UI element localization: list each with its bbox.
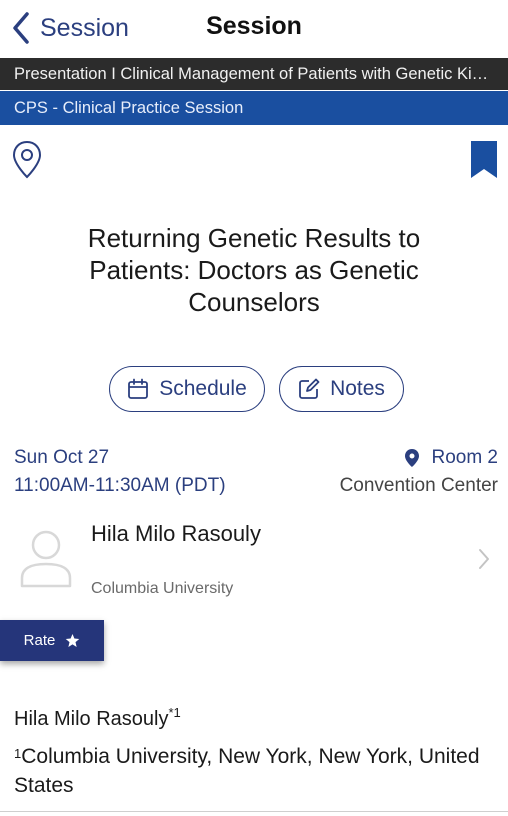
speaker-row[interactable]: Hila Milo Rasouly Columbia University [0,510,508,610]
room-link[interactable]: Room 2 [405,447,498,469]
user-avatar-icon [20,530,72,588]
session-category: CPS - Clinical Practice Session [0,91,508,125]
author-list: Hila Milo Rasouly*1 [14,705,181,731]
presentation-breadcrumb: Presentation I Clinical Management of Pa… [0,58,508,90]
author-name: Hila Milo Rasouly [14,708,169,730]
calendar-icon [128,378,149,399]
star-icon [66,633,80,647]
location-pin-icon [405,449,420,467]
room-label: Room 2 [431,447,498,468]
rate-label: Rate [23,632,56,649]
divider [0,811,508,812]
schedule-label: Schedule [159,377,247,400]
session-date: Sun Oct 27 [14,447,110,468]
affiliation-marker: 1 [14,746,22,761]
bookmark-icon[interactable] [470,141,498,179]
session-title: Returning Genetic Results to Patients: D… [87,223,421,317]
speaker-name: Hila Milo Rasouly [91,521,261,546]
venue-label: Convention Center [339,475,498,496]
notes-button[interactable]: Notes [279,366,404,412]
speaker-affiliation: Columbia University [91,580,234,597]
author-marker: *1 [168,705,181,720]
nav-bar: Session Session [0,0,508,56]
session-time: 11:00AM-11:30AM (PDT) [14,475,226,496]
edit-note-icon [299,378,320,399]
notes-label: Notes [330,377,385,400]
chevron-right-icon [479,549,489,569]
rate-button[interactable]: Rate [0,620,104,661]
author-affiliation: 1Columbia University, New York, New York… [14,742,500,800]
page-title: Session [206,12,302,40]
affiliation-text: Columbia University, New York, New York,… [14,745,480,797]
schedule-button[interactable]: Schedule [109,366,265,412]
map-pin-icon[interactable] [12,140,42,180]
